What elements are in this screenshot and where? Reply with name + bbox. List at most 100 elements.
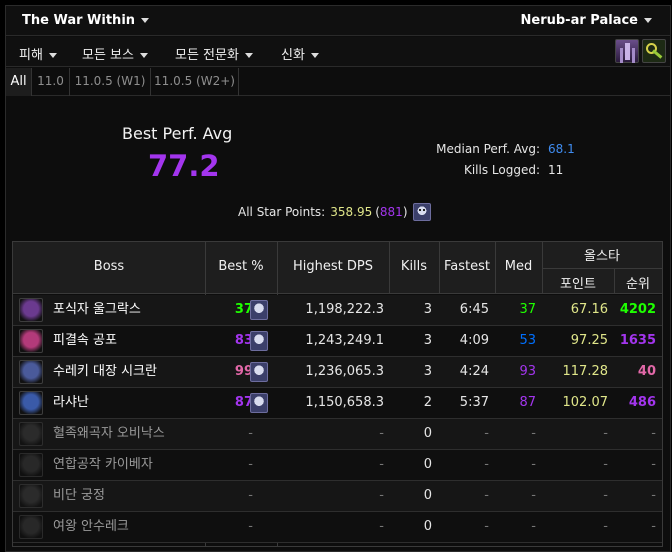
chevron-down-icon (644, 18, 652, 23)
table-row[interactable]: 여왕 안수레크 - - 0 - - - - (13, 512, 662, 543)
median-cell: - (531, 457, 536, 472)
median-perf-label: Median Perf. Avg: (436, 142, 540, 156)
zone-icons (615, 39, 666, 63)
raid-tower-icon[interactable] (615, 39, 639, 63)
allstar-rank-cell: 4202 (619, 302, 656, 317)
allstar-points-cell: - (603, 457, 608, 472)
skull-icon[interactable] (250, 331, 268, 351)
fastest-cell: - (484, 457, 489, 472)
tab-all[interactable]: All (6, 68, 32, 96)
allstar-points-cell: 117.28 (562, 364, 609, 379)
header-boss[interactable]: Boss (13, 259, 205, 274)
fastest-cell: - (484, 488, 489, 503)
best-percent-cell: - (248, 457, 253, 472)
spec-filter-dropdown[interactable]: 모든 전문화 (175, 44, 253, 63)
skull-icon[interactable] (250, 362, 268, 382)
table-row[interactable]: 수레키 대장 시크란 99 1,236,065.3 3 4:24 93 117.28 40 (13, 357, 662, 388)
table-row[interactable]: 피결속 공포 83 1,243,249.1 3 4:09 53 97.25 1635 (13, 326, 662, 357)
top-bar: The War Within Nerub-ar Palace (6, 6, 670, 36)
kills-cell: 0 (423, 457, 432, 472)
median-cell: 53 (519, 333, 536, 348)
table-header: Boss Best % Highest DPS Kills Fastest Me… (13, 242, 662, 294)
highest-dps-cell: - (379, 488, 384, 503)
allstar-rank-cell: - (651, 426, 656, 441)
boss-name[interactable]: 피결속 공포 (53, 326, 117, 356)
median-cell: 87 (519, 395, 536, 410)
fastest-cell: 4:24 (459, 364, 489, 379)
median-perf-value: 68.1 (548, 142, 575, 156)
fastest-cell: 6:45 (459, 302, 489, 317)
header-kills[interactable]: Kills (389, 259, 439, 274)
boss-portrait-icon (19, 422, 43, 446)
boss-name[interactable]: 여왕 안수레크 (53, 512, 129, 542)
tab-11-0-5-w2[interactable]: 11.0.5 (W2+) (151, 68, 239, 96)
patch-tabs: All 11.0 11.0.5 (W1) 11.0.5 (W2+) (6, 68, 670, 96)
allstar-rank-cell: - (651, 488, 656, 503)
highest-dps-cell: 1,150,658.3 (305, 395, 384, 410)
difficulty-label: 신화 (281, 48, 305, 63)
header-fastest[interactable]: Fastest (439, 259, 495, 274)
header-divider (542, 268, 662, 269)
column-divider (389, 242, 390, 294)
kills-cell: 0 (423, 426, 432, 441)
all-star-points-value: 358.95 (330, 205, 373, 219)
boss-name[interactable]: 수레키 대장 시크란 (53, 357, 157, 387)
all-star-points: All Star Points: 358.95 (881) (238, 203, 431, 221)
tab-11-0[interactable]: 11.0 (32, 68, 70, 96)
column-divider (614, 268, 615, 294)
boss-name[interactable]: 비단 궁정 (53, 481, 105, 511)
skull-icon[interactable] (412, 203, 431, 221)
highest-dps-cell: - (379, 457, 384, 472)
allstar-rank-cell: - (651, 519, 656, 534)
tab-11-0-5-w1[interactable]: 11.0.5 (W1) (70, 68, 151, 96)
table-row[interactable]: 라샤난 87 1,150,658.3 2 5:37 87 102.07 486 (13, 388, 662, 419)
metric-dropdown[interactable]: 피해 (19, 44, 57, 63)
table-row[interactable]: 포식자 울그락스 37 1,198,222.3 3 6:45 37 67.16 4202 (13, 295, 662, 326)
header-allstar: 올스타 (584, 249, 620, 264)
best-percent-cell: 87 (234, 395, 253, 410)
allstar-points-cell: - (603, 488, 608, 503)
highest-dps-cell: 1,198,222.3 (305, 302, 384, 317)
table-row[interactable]: 연합공작 카이베자 - - 0 - - - - (13, 450, 662, 481)
boss-name[interactable]: 포식자 울그락스 (53, 295, 141, 325)
boss-filter-dropdown[interactable]: 모든 보스 (82, 44, 148, 63)
header-dps[interactable]: Highest DPS (277, 259, 389, 274)
header-med[interactable]: Med (495, 259, 542, 274)
raid-dropdown[interactable]: Nerub-ar Palace (521, 13, 652, 28)
boss-name[interactable]: 연합공작 카이베자 (53, 450, 153, 480)
fastest-cell: - (484, 426, 489, 441)
difficulty-dropdown[interactable]: 신화 (281, 44, 319, 63)
all-star-rank-value: 881 (379, 205, 403, 219)
allstar-points-cell: 97.25 (570, 333, 608, 348)
boss-name[interactable]: 라샤난 (53, 388, 89, 418)
metric-label: 피해 (19, 48, 43, 63)
kills-cell: 3 (423, 364, 432, 379)
skull-icon[interactable] (250, 393, 268, 413)
header-rank[interactable]: 순위 (614, 273, 662, 292)
kills-cell: 0 (423, 488, 432, 503)
allstar-rank-cell: 1635 (619, 333, 656, 348)
boss-portrait-icon (19, 484, 43, 508)
header-points[interactable]: 포인트 (542, 273, 614, 292)
mythic-key-icon[interactable] (642, 39, 666, 63)
boss-name[interactable]: 혈족왜곡자 오비낙스 (53, 419, 165, 449)
table-row[interactable]: 비단 궁정 - - 0 - - - - (13, 481, 662, 512)
header-best[interactable]: Best % (205, 259, 277, 274)
allstar-rank-cell: 40 (637, 364, 656, 379)
chevron-down-icon (310, 53, 319, 58)
boss-portrait-icon (19, 329, 43, 353)
kills-cell: 0 (423, 519, 432, 534)
boss-portrait-icon (19, 453, 43, 477)
expansion-dropdown[interactable]: The War Within (22, 13, 150, 28)
filter-bar: 피해 모든 보스 모든 전문화 신화 (6, 37, 670, 67)
column-divider (542, 242, 543, 294)
performance-summary: Best Perf. Avg 77.2 Median Perf. Avg: 68… (6, 97, 670, 237)
highest-dps-cell: 1,236,065.3 (305, 364, 384, 379)
table-row[interactable]: 혈족왜곡자 오비낙스 - - 0 - - - - (13, 419, 662, 450)
skull-icon[interactable] (250, 300, 268, 320)
chevron-down-icon (139, 53, 148, 58)
allstar-rank-cell: 486 (628, 395, 656, 410)
highest-dps-cell: - (379, 519, 384, 534)
boss-filter-label: 모든 보스 (82, 48, 134, 63)
boss-portrait-icon (19, 298, 43, 322)
